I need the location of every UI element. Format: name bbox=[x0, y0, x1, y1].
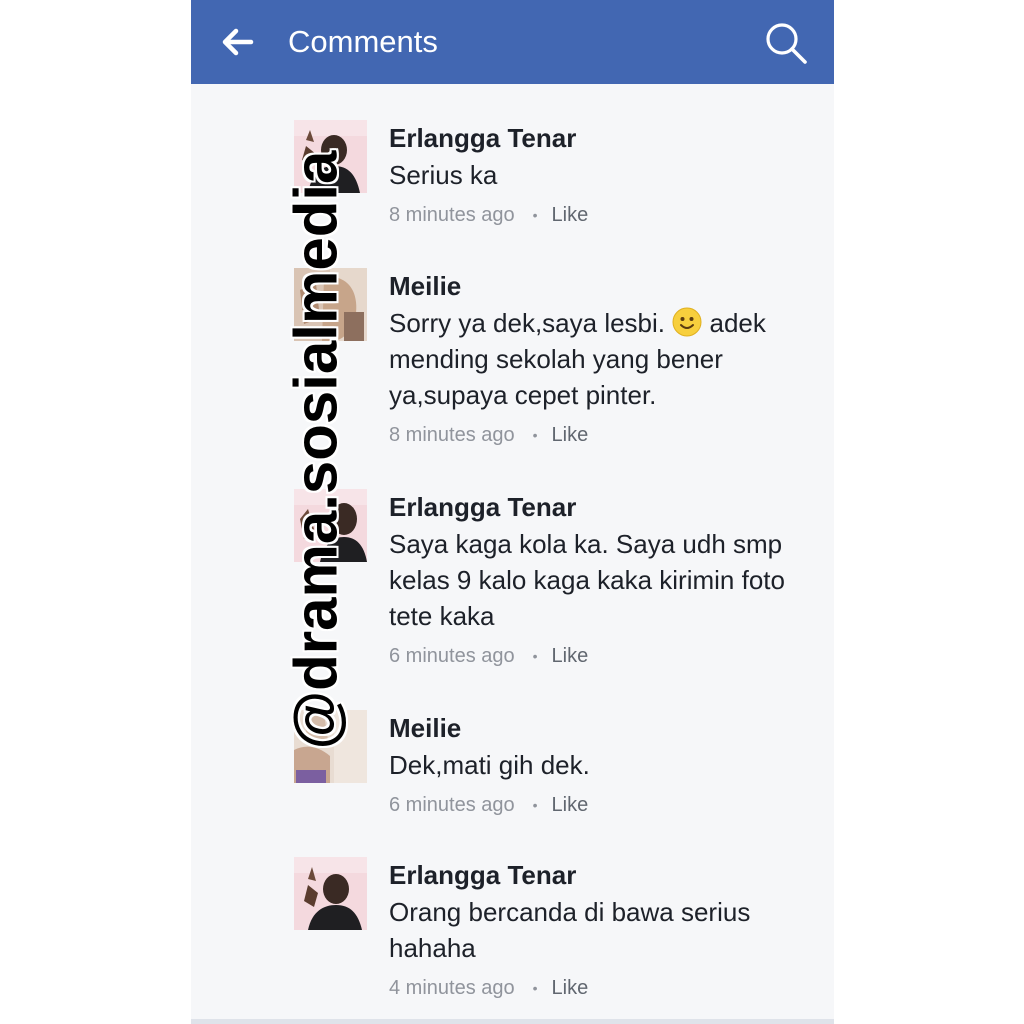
comment-time: 8 minutes ago bbox=[389, 424, 515, 446]
search-icon bbox=[766, 23, 807, 64]
smiley-emoji-icon bbox=[672, 307, 702, 337]
back-button[interactable] bbox=[217, 22, 257, 62]
comment-text-part: Sorry ya dek,saya lesbi. bbox=[389, 308, 666, 338]
comment-text: Saya kaga kola ka. Saya udh smp kelas 9 … bbox=[389, 529, 785, 631]
search-button[interactable] bbox=[763, 20, 809, 66]
like-button[interactable]: Like bbox=[552, 791, 589, 819]
separator-dot: • bbox=[532, 797, 538, 813]
separator-dot: • bbox=[532, 207, 538, 223]
separator-dot: • bbox=[532, 648, 538, 664]
comment-text: Dek,mati gih dek. bbox=[389, 750, 590, 780]
comment-author[interactable]: Meilie bbox=[389, 268, 829, 304]
like-button[interactable]: Like bbox=[552, 421, 589, 449]
separator-dot: • bbox=[532, 427, 538, 443]
like-button[interactable]: Like bbox=[552, 974, 589, 1002]
comment-text: Orang bercanda di bawa serius hahaha bbox=[389, 897, 751, 963]
comment-time: 4 minutes ago bbox=[389, 977, 515, 999]
avatar[interactable] bbox=[294, 857, 367, 930]
comment-text: Serius ka bbox=[389, 160, 498, 190]
top-app-bar: Comments bbox=[191, 0, 834, 84]
like-button[interactable]: Like bbox=[552, 201, 589, 229]
comment-author[interactable]: Meilie bbox=[389, 710, 829, 746]
comment-time: 6 minutes ago bbox=[389, 794, 515, 816]
comment-text: Sorry ya dek,saya lesbi. adek mending se… bbox=[389, 305, 829, 413]
arrow-left-icon bbox=[222, 28, 254, 56]
like-button[interactable]: Like bbox=[552, 642, 589, 670]
separator-dot: • bbox=[532, 980, 538, 996]
comment-author[interactable]: Erlangga Tenar bbox=[389, 857, 829, 893]
comment-time: 8 minutes ago bbox=[389, 204, 515, 226]
page-title: Comments bbox=[288, 24, 438, 59]
comment-time: 6 minutes ago bbox=[389, 645, 515, 667]
bottom-divider bbox=[191, 1019, 834, 1024]
comment-author[interactable]: Erlangga Tenar bbox=[389, 120, 829, 156]
watermark-text: @drama.sosialmedia bbox=[282, 150, 350, 750]
comment-author[interactable]: Erlangga Tenar bbox=[389, 489, 829, 525]
